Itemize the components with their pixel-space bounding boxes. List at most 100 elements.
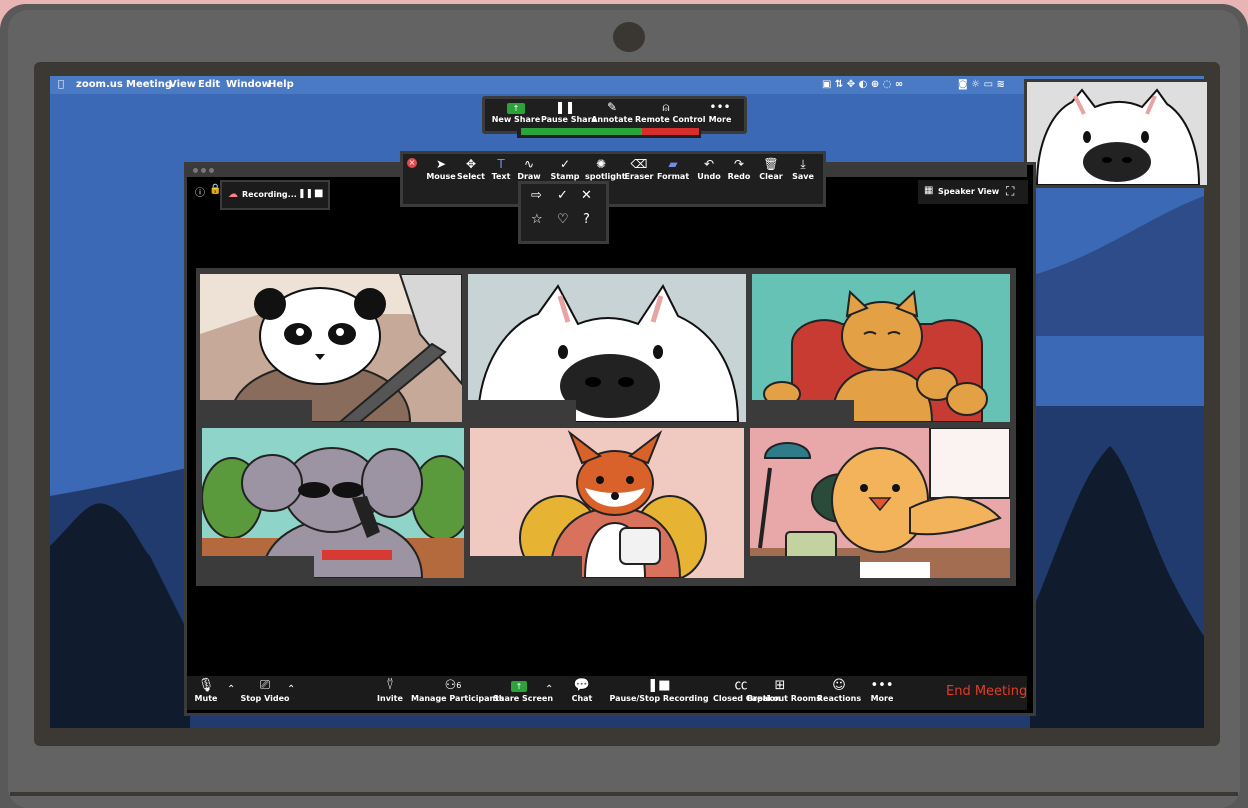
share-screen-icon: ↑ bbox=[493, 678, 545, 694]
participant-video-chick[interactable] bbox=[750, 428, 1010, 578]
participant-name-bar bbox=[200, 400, 312, 422]
annotation-undo-button[interactable]: ↶ Undo bbox=[693, 156, 725, 188]
status-icons-right: ◙ ☼ ▭ ≋ bbox=[958, 79, 1005, 90]
chat-button[interactable]: 💬 Chat bbox=[567, 678, 597, 703]
share-screen-button[interactable]: ↑ Share Screen bbox=[493, 678, 553, 703]
recording-pause-button[interactable]: ❚❚ bbox=[298, 189, 313, 199]
menu-window[interactable]: Window bbox=[226, 79, 271, 90]
x-stamp[interactable]: ✕ bbox=[581, 188, 592, 203]
share-more-button[interactable]: ••• More bbox=[701, 99, 739, 131]
annotation-redo-button[interactable]: ↷ Redo bbox=[723, 156, 755, 188]
arrow-stamp[interactable]: ⇨ bbox=[531, 188, 542, 203]
heart-stamp[interactable]: ♡ bbox=[557, 212, 569, 227]
annotation-mouse-button[interactable]: ➤ Mouse bbox=[425, 156, 457, 188]
dots-icon: ••• bbox=[870, 678, 894, 693]
squiggle-icon: ∿ bbox=[523, 157, 535, 171]
breakout-rooms-button[interactable]: ⊞ Breakout Rooms bbox=[747, 678, 821, 703]
reactions-button[interactable]: ☺ Reactions bbox=[815, 678, 863, 703]
menu-edit[interactable]: Edit bbox=[198, 79, 220, 90]
annotation-save-button[interactable]: ⤓ Save bbox=[787, 156, 819, 188]
participant-video-cat[interactable] bbox=[752, 274, 1010, 422]
add-person-icon: ⍢ bbox=[386, 678, 394, 693]
participant-name-bar bbox=[202, 556, 314, 578]
move-icon: ✥ bbox=[465, 157, 477, 171]
info-icon[interactable]: ⓘ bbox=[195, 184, 205, 199]
meeting-controls-bar: 🎙 Mute ⎚ Stop Video ⍢ Invite ⚇6 Manage Particip… bbox=[187, 676, 1027, 710]
mouse-icon: ⍝ bbox=[662, 100, 670, 114]
invite-button[interactable]: ⍢ Invite bbox=[373, 678, 407, 703]
speaker-view-icon: ▦ bbox=[924, 185, 934, 196]
question-stamp[interactable]: ? bbox=[583, 212, 590, 227]
participants-icon: ⚇6 bbox=[444, 678, 462, 693]
smiley-icon: ☺ bbox=[832, 678, 846, 693]
audio-options-caret-icon[interactable]: ⌃ bbox=[227, 684, 235, 695]
audio-level-green bbox=[521, 128, 642, 135]
share-up-icon: ↑ bbox=[491, 99, 541, 115]
undo-icon: ↶ bbox=[703, 157, 715, 171]
recording-indicator: ☁ Recording... ❚❚ ■ bbox=[220, 180, 330, 210]
annotation-select-button[interactable]: ✥ Select bbox=[455, 156, 487, 188]
recording-stop-button[interactable]: ■ bbox=[314, 188, 323, 199]
spotlight-icon: ✺ bbox=[595, 157, 607, 171]
recording-label: Recording... bbox=[242, 190, 297, 199]
participant-video-elephant[interactable] bbox=[202, 428, 464, 578]
menu-app-name[interactable]: zoom.us bbox=[76, 79, 123, 90]
apple-logo-icon[interactable]:  bbox=[58, 79, 64, 90]
cursor-icon: ➤ bbox=[435, 157, 447, 171]
window-minimize-button[interactable] bbox=[201, 168, 206, 173]
chat-bubble-icon: 💬 bbox=[573, 678, 591, 693]
participant-name-bar bbox=[750, 556, 860, 578]
video-options-caret-icon[interactable]: ⌃ bbox=[287, 684, 295, 695]
participant-count-badge: 6 bbox=[456, 681, 462, 690]
microphone-icon: 🎙 bbox=[197, 678, 215, 693]
gallery-video-grid bbox=[196, 268, 1016, 586]
eraser-icon: ⌫ bbox=[630, 157, 648, 171]
window-zoom-button[interactable] bbox=[209, 168, 214, 173]
view-controls: ▦ Speaker View ⛶ bbox=[918, 180, 1028, 204]
menu-meeting[interactable]: Meeting bbox=[126, 79, 172, 90]
mute-button[interactable]: 🎙 Mute bbox=[191, 678, 221, 703]
annotation-clear-button[interactable]: 🗑 Clear bbox=[755, 156, 787, 188]
grid-icon: ⊞ bbox=[774, 678, 786, 693]
menu-help[interactable]: Help bbox=[268, 79, 294, 90]
participant-video-samoyed[interactable] bbox=[468, 274, 746, 422]
self-view-video[interactable] bbox=[1024, 79, 1210, 188]
participant-name-bar bbox=[468, 400, 576, 422]
recording-cloud-icon: ☁ bbox=[228, 189, 238, 200]
format-icon: ▰ bbox=[668, 157, 678, 171]
participant-video-panda[interactable] bbox=[200, 274, 462, 422]
stamp-menu: ⇨ ✓ ✕ ☆ ♡ ? bbox=[518, 181, 609, 244]
pencil-icon: ✎ bbox=[606, 100, 618, 114]
speaker-view-button[interactable]: Speaker View bbox=[938, 187, 999, 196]
pause-stop-recording-button[interactable]: ❚■ Pause/Stop Recording bbox=[607, 678, 711, 703]
annotation-eraser-button[interactable]: ⌫ Eraser bbox=[623, 156, 655, 188]
participant-name-bar bbox=[470, 556, 582, 578]
participant-video-fox[interactable] bbox=[470, 428, 744, 578]
check-stamp[interactable]: ✓ bbox=[557, 188, 568, 203]
save-icon: ⤓ bbox=[800, 157, 806, 171]
manage-participants-button[interactable]: ⚇6 Manage Participants bbox=[411, 678, 504, 703]
webcam-icon bbox=[613, 22, 645, 52]
stop-video-button[interactable]: ⎚ Stop Video bbox=[239, 678, 291, 703]
annotation-close-button[interactable]: × bbox=[407, 158, 417, 168]
window-close-button[interactable] bbox=[193, 168, 198, 173]
redo-icon: ↷ bbox=[733, 157, 745, 171]
annotation-toolbar: × ➤ Mouse ✥ Select T Text ∿ Draw ✓ Stamp ✺ spotligh… bbox=[400, 151, 826, 207]
star-stamp[interactable]: ☆ bbox=[531, 212, 543, 227]
dots-icon: ••• bbox=[709, 100, 731, 114]
more-button[interactable]: ••• More bbox=[867, 678, 897, 703]
audio-level-red bbox=[642, 128, 699, 135]
share-options-caret-icon[interactable]: ⌃ bbox=[545, 684, 553, 695]
laptop-base-edge bbox=[10, 792, 1238, 796]
end-meeting-button[interactable]: End Meeting bbox=[946, 684, 1027, 699]
fullscreen-icon[interactable]: ⛶ bbox=[1006, 184, 1014, 199]
trash-icon: 🗑 bbox=[763, 157, 779, 171]
video-camera-icon: ⎚ bbox=[259, 678, 271, 693]
check-icon: ✓ bbox=[559, 157, 571, 171]
pause-stop-icon: ❚■ bbox=[647, 678, 671, 693]
annotation-format-button[interactable]: ▰ Format bbox=[657, 156, 689, 188]
menu-view[interactable]: View bbox=[169, 79, 196, 90]
participant-name-bar bbox=[752, 400, 854, 422]
status-icons: ▣ ⇅ ✥ ◐ ⊕ ◌ ∞ bbox=[822, 79, 904, 90]
pause-icon: ❚❚ bbox=[554, 100, 576, 114]
